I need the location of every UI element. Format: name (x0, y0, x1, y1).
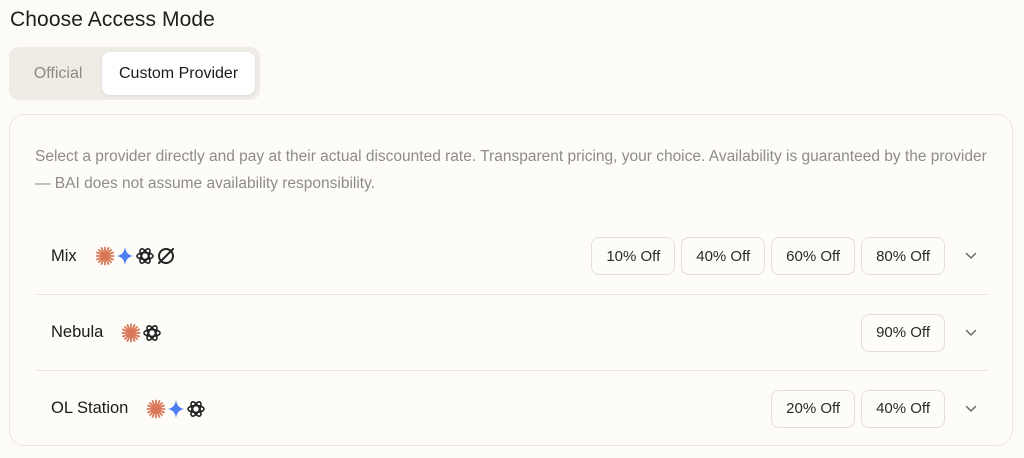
discount-options: 90% Off (861, 313, 945, 352)
discount-chip[interactable]: 60% Off (771, 237, 856, 275)
discount-options: 20% Off 40% Off (771, 389, 945, 428)
discount-chip[interactable]: 10% Off (591, 237, 676, 275)
provider-name: OL Station (51, 399, 129, 417)
chevron-down-icon[interactable] (960, 245, 982, 267)
grok-icon (156, 246, 176, 266)
page-title: Choose Access Mode (10, 8, 215, 31)
provider-row-nebula[interactable]: Nebula 90% Off (35, 294, 988, 370)
claude-icon (95, 246, 115, 266)
claude-icon (121, 323, 141, 343)
provider-name: Nebula (51, 323, 104, 341)
provider-icons (146, 399, 206, 419)
gemini-icon (116, 246, 134, 266)
openai-icon (135, 246, 155, 266)
openai-icon (142, 323, 162, 343)
discount-chip[interactable]: 40% Off (861, 389, 945, 428)
discount-chip[interactable]: 40% Off (681, 237, 766, 275)
provider-panel: Select a provider directly and pay at th… (9, 114, 1013, 446)
discount-options: 10% Off 40% Off 60% Off 80% Off (591, 237, 945, 275)
provider-row-mix[interactable]: Mix 10% Off 40% Off 60% Off 80% Off (35, 218, 988, 294)
provider-icons (95, 246, 176, 266)
discount-chip[interactable]: 80% Off (861, 237, 945, 275)
openai-icon (186, 399, 206, 419)
tab-custom-provider[interactable]: Custom Provider (102, 52, 255, 95)
gemini-icon (167, 399, 185, 419)
discount-chip[interactable]: 90% Off (861, 313, 945, 352)
access-mode-tabs: Official Custom Provider (9, 47, 260, 100)
provider-row-ol-station[interactable]: OL Station 20% Off 40% Off (35, 370, 988, 446)
claude-icon (146, 399, 166, 419)
chevron-down-icon[interactable] (960, 322, 982, 344)
discount-chip[interactable]: 20% Off (771, 389, 856, 428)
provider-icons (121, 323, 162, 343)
tab-official[interactable]: Official (14, 52, 102, 95)
provider-name: Mix (51, 246, 77, 265)
panel-description: Select a provider directly and pay at th… (35, 148, 987, 192)
chevron-down-icon[interactable] (960, 398, 982, 420)
